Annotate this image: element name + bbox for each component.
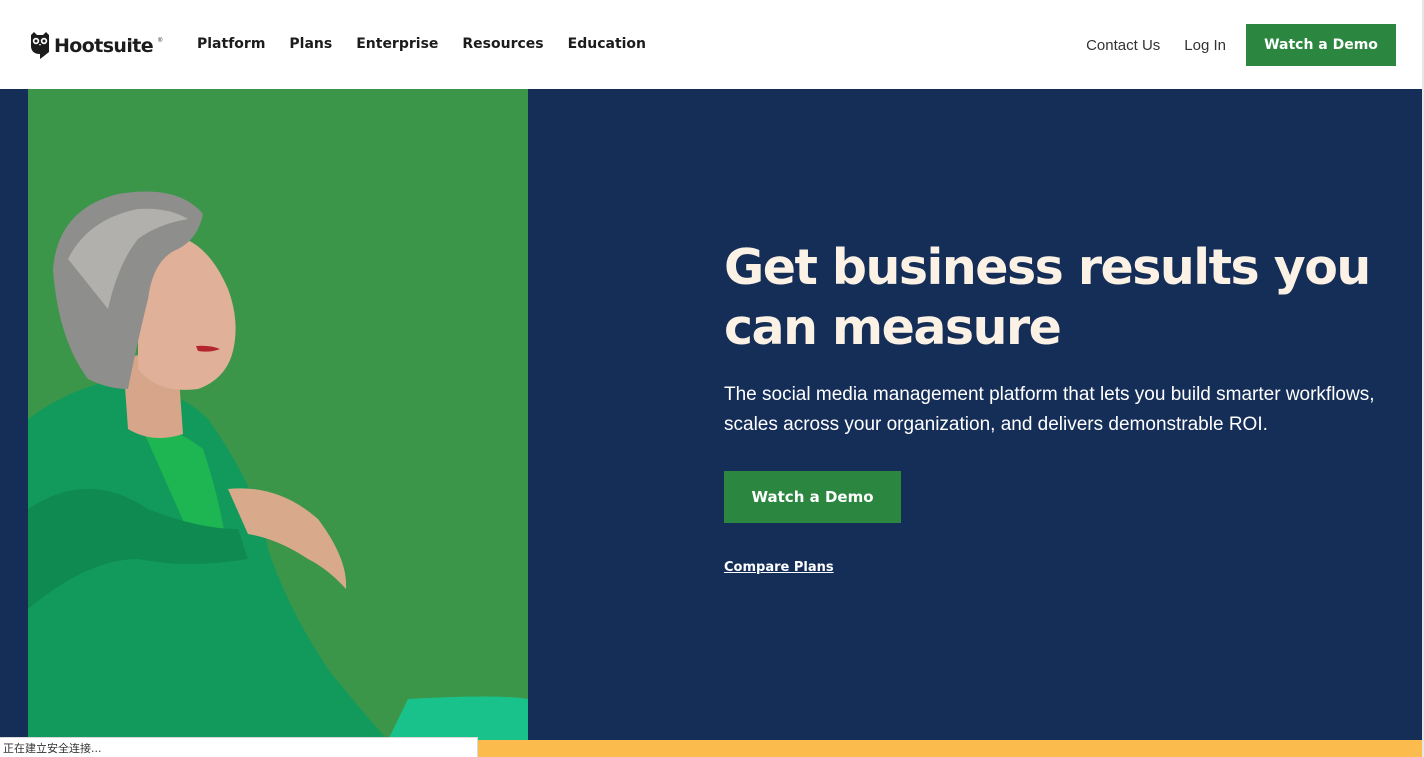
hero-title: Get business results you can measure [724, 239, 1371, 356]
log-in-link[interactable]: Log In [1184, 37, 1226, 54]
watch-demo-header-button[interactable]: Watch a Demo [1246, 24, 1396, 66]
nav-platform[interactable]: Platform [197, 36, 265, 52]
contact-us-link[interactable]: Contact Us [1086, 37, 1160, 54]
site-header: Hootsuite ® Platform Plans Enterprise Re… [0, 0, 1424, 89]
nav-education[interactable]: Education [568, 36, 646, 52]
nav-enterprise[interactable]: Enterprise [356, 36, 438, 52]
hero-subtitle: The social media management platform tha… [724, 384, 1375, 435]
compare-plans-link[interactable]: Compare Plans [724, 560, 834, 575]
owl-logo-icon [31, 32, 49, 59]
hootsuite-logo[interactable]: Hootsuite ® [30, 32, 162, 59]
watch-demo-hero-button[interactable]: Watch a Demo [724, 471, 901, 523]
logo-wordmark: Hootsuite [54, 34, 154, 57]
promo-bar [478, 740, 1422, 757]
logo-registered-mark: ® [158, 38, 163, 44]
nav-resources[interactable]: Resources [462, 36, 543, 52]
nav-plans[interactable]: Plans [289, 36, 332, 52]
header-actions: Contact Us Log In Watch a Demo [1086, 24, 1396, 66]
browser-status-bar: 正在建立安全连接... [0, 737, 478, 757]
woman-portrait-image [28, 89, 528, 740]
main-nav: Platform Plans Enterprise Resources Educ… [197, 36, 646, 52]
hero-photo [28, 89, 528, 740]
hero-section: Get business results you can measure The… [0, 89, 1424, 757]
